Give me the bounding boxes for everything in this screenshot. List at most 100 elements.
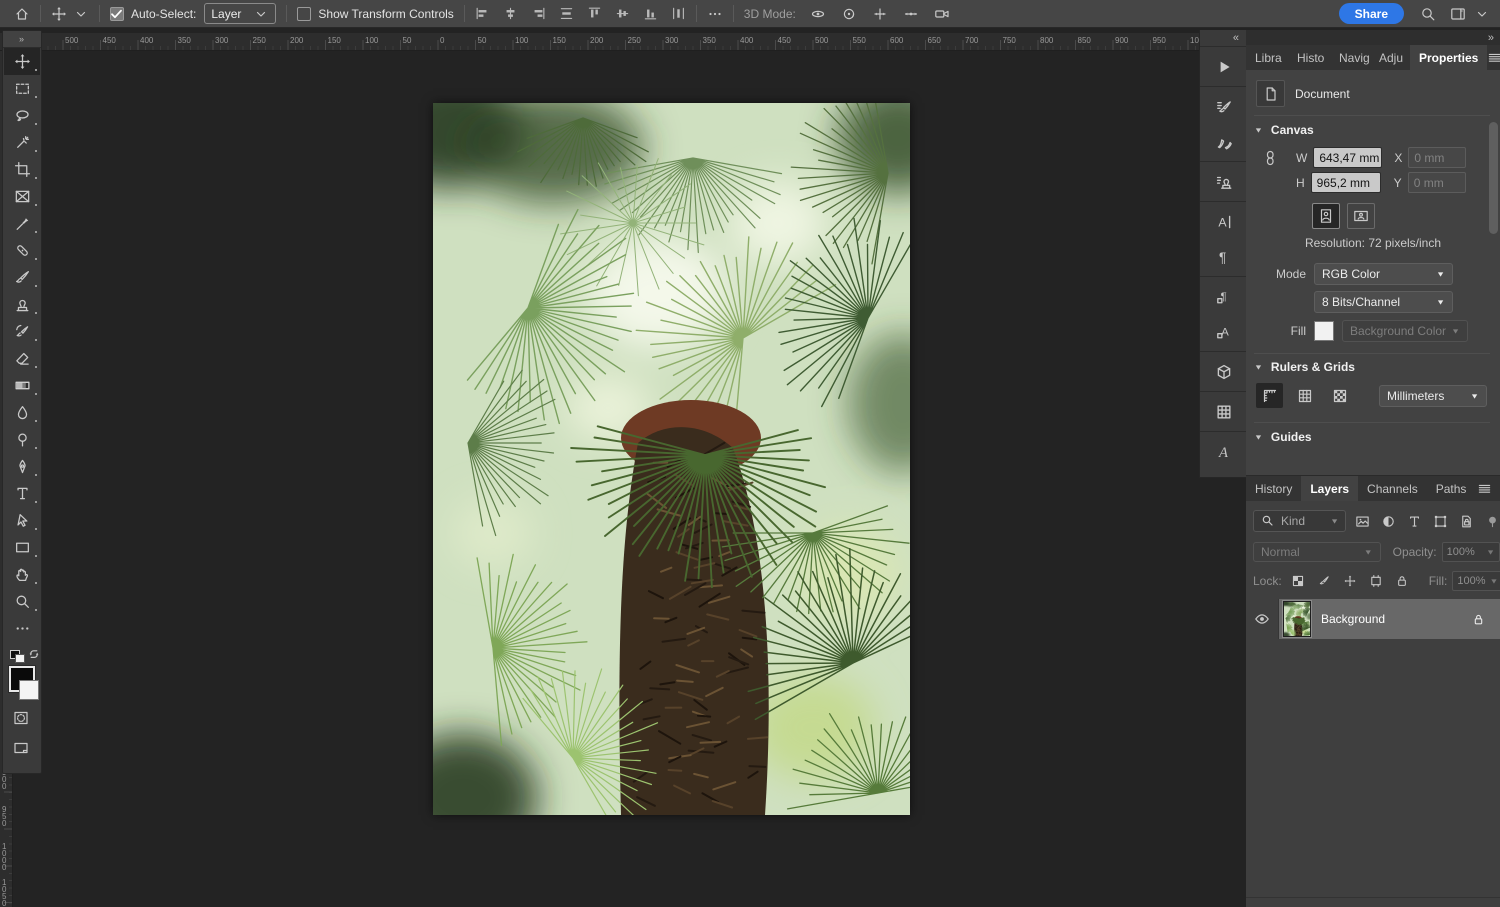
- tool-dodge[interactable]: [4, 426, 40, 453]
- more-options-icon[interactable]: [707, 6, 723, 22]
- tab-paths[interactable]: Paths: [1427, 476, 1476, 501]
- tab-layers[interactable]: Layers: [1301, 476, 1358, 501]
- filter-image[interactable]: [1355, 514, 1370, 529]
- filter-type[interactable]: [1407, 514, 1422, 529]
- tool-hand[interactable]: [4, 561, 40, 588]
- properties-scrollbar[interactable]: [1489, 122, 1498, 234]
- tool-brush[interactable]: [4, 264, 40, 291]
- align-top-button[interactable]: [587, 6, 602, 21]
- dock-collapse[interactable]: «: [1200, 30, 1247, 46]
- 3d-slide-button[interactable]: [903, 6, 919, 22]
- chevron-down-icon[interactable]: [73, 6, 89, 22]
- tool-eyedropper[interactable]: [4, 210, 40, 237]
- tool-marquee[interactable]: [4, 75, 40, 102]
- orientation-landscape-button[interactable]: [1347, 203, 1375, 229]
- lock-checker-button[interactable]: [1291, 574, 1305, 588]
- layer-name[interactable]: Background: [1321, 612, 1461, 626]
- tool-select-arrow[interactable]: [4, 507, 40, 534]
- panel-button-clone-source[interactable]: [1200, 164, 1247, 199]
- dist-center-h-button[interactable]: [559, 6, 574, 21]
- tool-move[interactable]: [4, 48, 40, 75]
- swap-colors-icon[interactable]: [26, 648, 42, 664]
- tool-pen[interactable]: [4, 453, 40, 480]
- panel-button-3d-panel[interactable]: [1200, 354, 1247, 389]
- tool-blur[interactable]: [4, 399, 40, 426]
- filter-smart[interactable]: [1459, 514, 1474, 529]
- 3d-camera-button[interactable]: [934, 6, 950, 22]
- panel-button-character-styles[interactable]: A: [1200, 314, 1247, 349]
- toggle-rulers-button[interactable]: [1256, 383, 1283, 408]
- tool-wand[interactable]: [4, 129, 40, 156]
- dist-center-v-button[interactable]: [671, 6, 686, 21]
- panel-button-paragraph[interactable]: ¶: [1200, 239, 1247, 274]
- layer-filter-dropdown[interactable]: Kind ▼: [1253, 510, 1346, 532]
- tool-lasso[interactable]: [4, 102, 40, 129]
- tool-history-brush[interactable]: [4, 318, 40, 345]
- align-right-button[interactable]: [531, 6, 546, 21]
- tool-type[interactable]: [4, 480, 40, 507]
- background-color-swatch[interactable]: [19, 680, 39, 700]
- show-transform-checkbox[interactable]: [297, 7, 311, 21]
- lock-lock-button[interactable]: [1395, 574, 1409, 588]
- height-field[interactable]: 965,2 mm: [1311, 172, 1381, 193]
- quick-mask-button[interactable]: [13, 710, 29, 726]
- tool-rect-tool[interactable]: [4, 534, 40, 561]
- tool-eraser[interactable]: [4, 345, 40, 372]
- search-icon[interactable]: [1420, 6, 1436, 22]
- fill-color-swatch[interactable]: [1314, 321, 1334, 341]
- panel-button-actions[interactable]: [1200, 49, 1247, 84]
- layer-row-main[interactable]: Background: [1279, 599, 1500, 639]
- toggle-grid-button[interactable]: [1291, 383, 1318, 408]
- filter-pin[interactable]: [1485, 514, 1500, 529]
- panel-expand[interactable]: »: [1246, 30, 1500, 45]
- tab-histo[interactable]: Histo: [1288, 45, 1330, 70]
- tool-gradient[interactable]: [4, 372, 40, 399]
- auto-select-checkbox[interactable]: [110, 7, 124, 21]
- workspace-icon[interactable]: [1450, 6, 1466, 22]
- default-colors-icon[interactable]: [10, 650, 24, 662]
- color-mode-dropdown[interactable]: RGB Color ▼: [1314, 263, 1453, 285]
- tab-channels[interactable]: Channels: [1358, 476, 1427, 501]
- home-icon[interactable]: [14, 6, 30, 22]
- auto-select-target-dropdown[interactable]: Layer: [204, 3, 276, 24]
- panel-button-patterns[interactable]: [1200, 394, 1247, 429]
- layer-row[interactable]: Background: [1246, 599, 1500, 639]
- align-center-v-button[interactable]: [615, 6, 630, 21]
- lock-move-button[interactable]: [1343, 574, 1357, 588]
- align-center-h-button[interactable]: [503, 6, 518, 21]
- screen-mode-button[interactable]: [13, 740, 29, 756]
- tool-crop[interactable]: [4, 156, 40, 183]
- rulers-grids-header[interactable]: ▼ Rulers & Grids: [1254, 360, 1355, 374]
- filter-adjust[interactable]: [1381, 514, 1396, 529]
- bit-depth-dropdown[interactable]: 8 Bits/Channel ▼: [1314, 291, 1453, 313]
- tools-panel-collapse[interactable]: »: [3, 31, 41, 48]
- 3d-pan-button[interactable]: [872, 6, 888, 22]
- ruler-units-dropdown[interactable]: Millimeters ▼: [1379, 385, 1487, 407]
- tab-navig[interactable]: Navig: [1330, 45, 1370, 70]
- 3d-roll-button[interactable]: [841, 6, 857, 22]
- align-bottom-button[interactable]: [643, 6, 658, 21]
- tool-more-dots[interactable]: [4, 615, 40, 642]
- width-field[interactable]: 643,47 mm: [1313, 147, 1382, 168]
- layer-visibility-toggle[interactable]: [1246, 599, 1279, 639]
- canvas-section-header[interactable]: ▼ Canvas: [1254, 123, 1314, 137]
- panel-button-character[interactable]: A: [1200, 204, 1247, 239]
- tool-frame[interactable]: [4, 183, 40, 210]
- lock-brush-button[interactable]: [1317, 574, 1331, 588]
- horizontal-ruler[interactable]: 5505004504003503002502001501005005010015…: [12, 33, 1199, 51]
- panel-button-paragraph-styles[interactable]: ¶: [1200, 279, 1247, 314]
- tab-libra[interactable]: Libra: [1246, 45, 1288, 70]
- panel-menu-button[interactable]: [1477, 476, 1500, 501]
- panel-button-brushes[interactable]: [1200, 124, 1247, 159]
- tool-zoom[interactable]: [4, 588, 40, 615]
- tab-adju[interactable]: Adju: [1370, 45, 1410, 70]
- 3d-orbit-button[interactable]: [810, 6, 826, 22]
- toggle-pixel-grid-button[interactable]: [1326, 383, 1353, 408]
- chevron-down-icon[interactable]: [1474, 6, 1490, 22]
- tab-properties[interactable]: Properties: [1410, 45, 1487, 70]
- panel-button-brush-settings[interactable]: [1200, 89, 1247, 124]
- panel-button-glyphs[interactable]: A: [1200, 434, 1247, 469]
- share-button[interactable]: Share: [1339, 3, 1404, 24]
- move-tool-icon[interactable]: [51, 6, 67, 22]
- guides-header[interactable]: ▼ Guides: [1254, 430, 1312, 444]
